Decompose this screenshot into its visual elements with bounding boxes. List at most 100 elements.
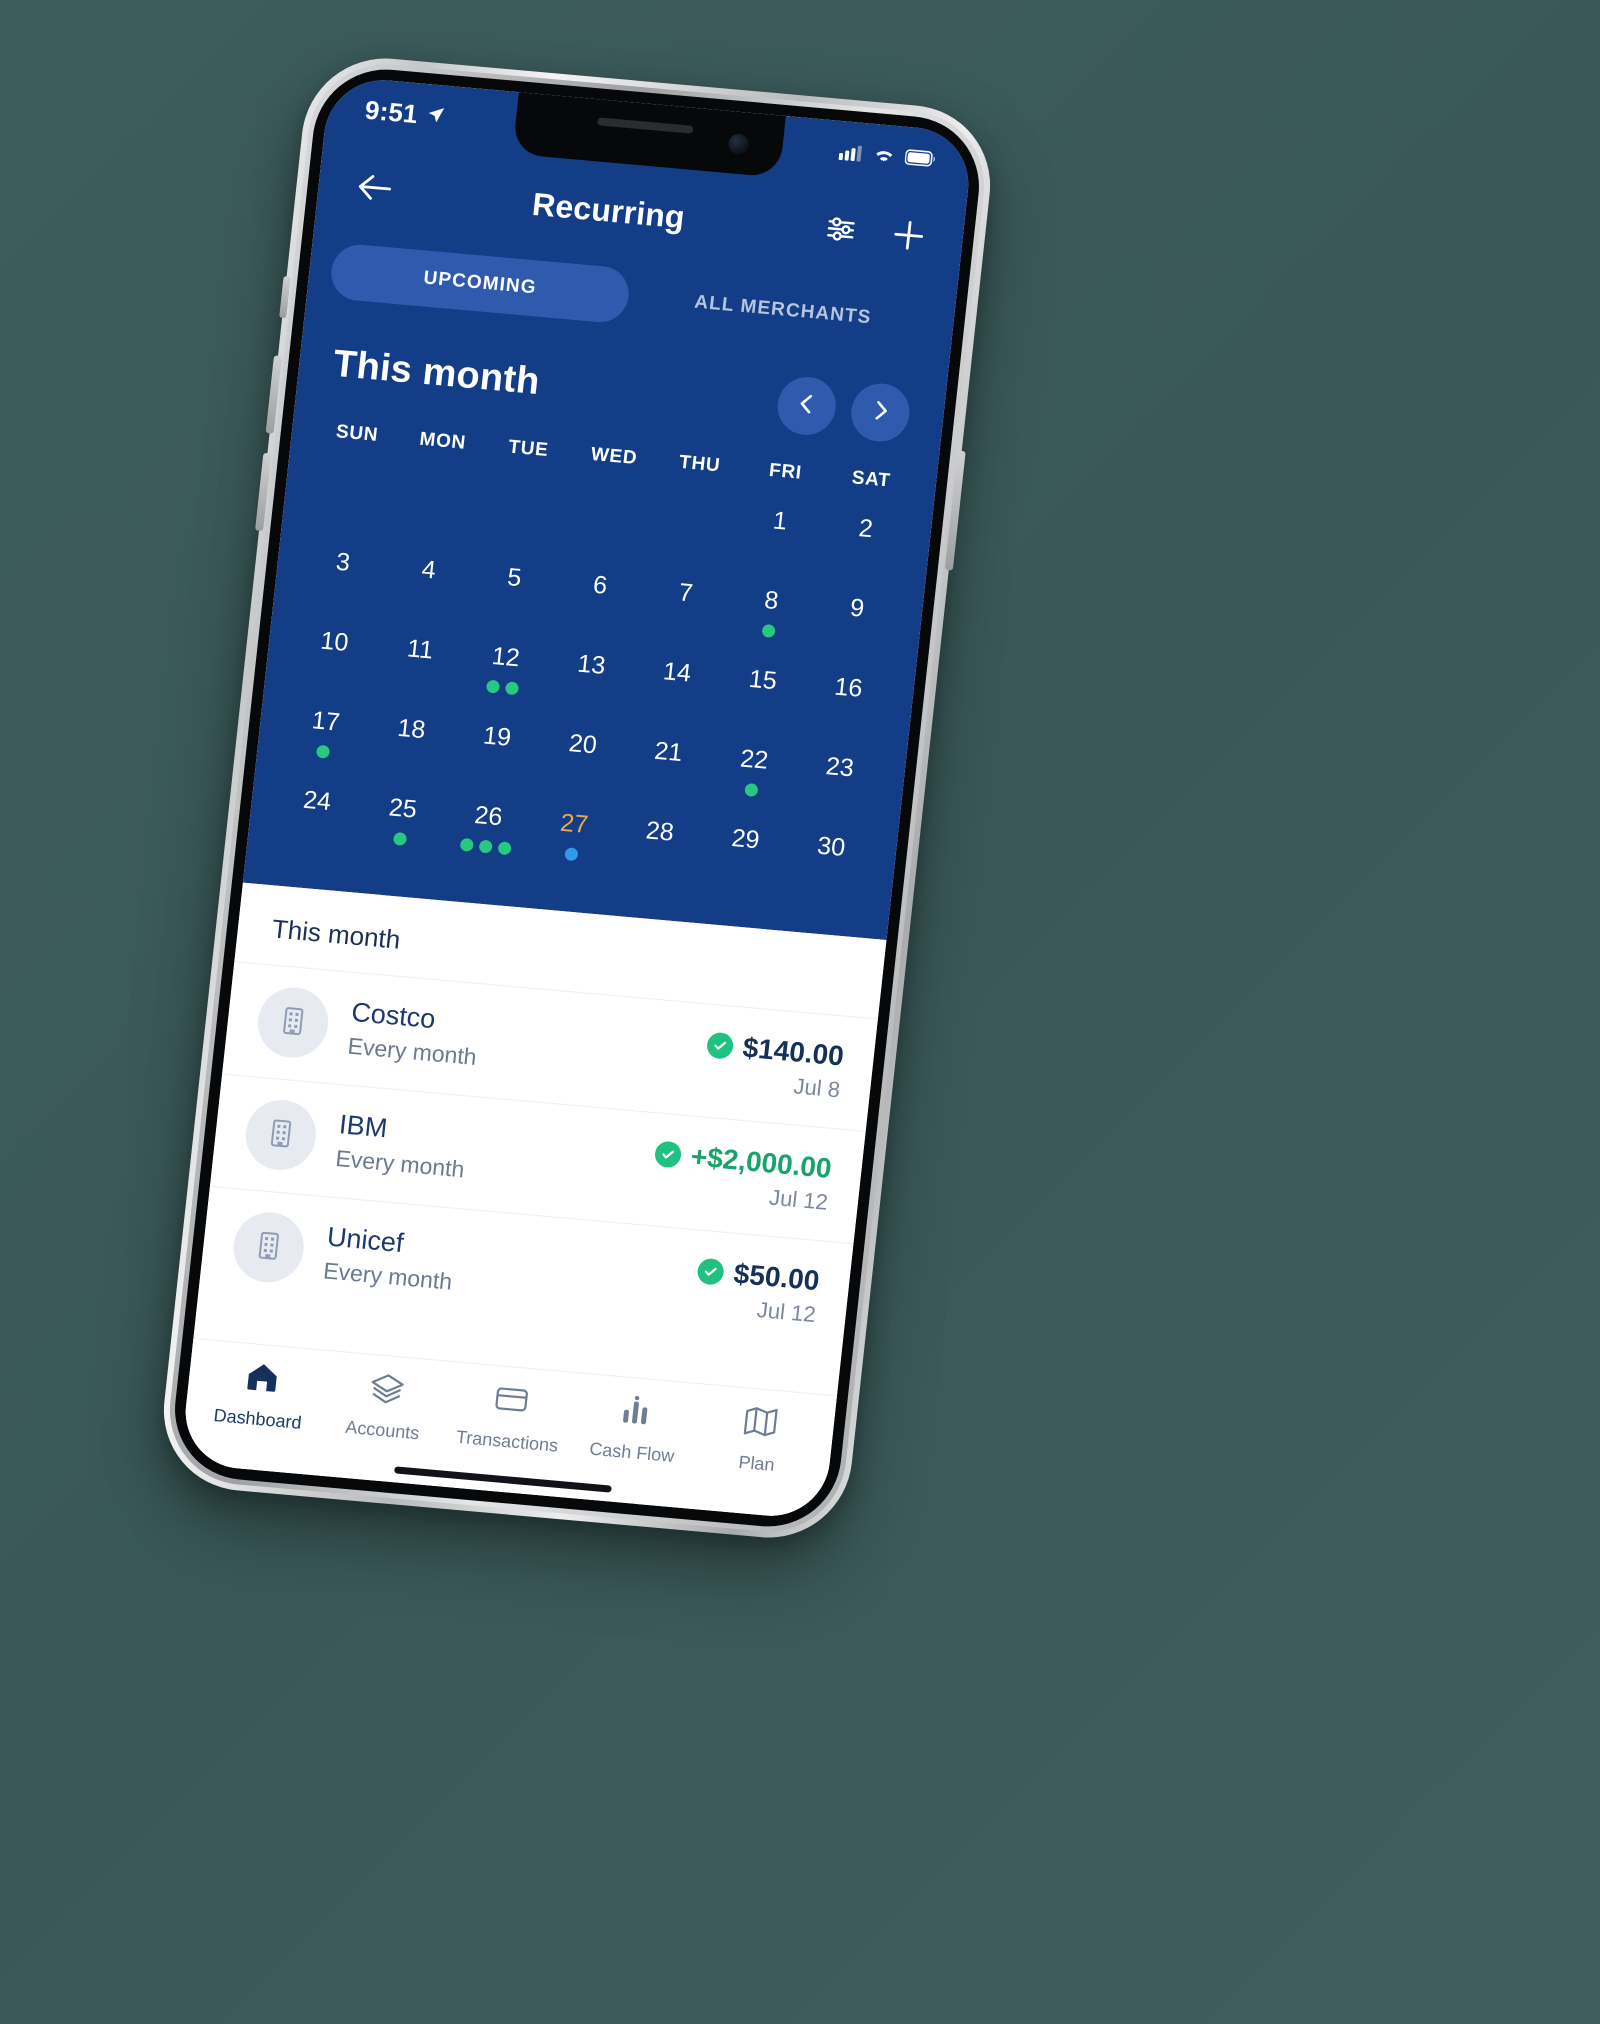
- calendar-day-number: 11: [405, 634, 435, 665]
- calendar-day-dots: [510, 601, 511, 614]
- calendar-day-5[interactable]: 5: [465, 554, 559, 639]
- calendar-weekday-sat: SAT: [850, 467, 892, 492]
- calendar-day-dots: [416, 673, 417, 686]
- bottom-nav-item-accounts[interactable]: Accounts: [319, 1365, 451, 1447]
- home-icon: [242, 1358, 282, 1402]
- calendar-day-23[interactable]: 23: [791, 744, 885, 829]
- calendar-empty-cell: [388, 467, 482, 552]
- plus-icon: [889, 216, 927, 258]
- event-dot-green: [496, 841, 512, 856]
- back-button[interactable]: [344, 159, 406, 220]
- layers-icon: [367, 1369, 407, 1413]
- calendar-day-9[interactable]: 9: [808, 584, 902, 669]
- calendar-day-25[interactable]: 25: [354, 785, 448, 870]
- bottom-nav-item-plan[interactable]: Plan: [693, 1398, 825, 1480]
- calendar-day-19[interactable]: 19: [448, 713, 542, 798]
- calendar-day-26[interactable]: 26: [439, 792, 533, 877]
- calendar-day-20[interactable]: 20: [534, 721, 628, 806]
- filter-sliders-icon: [823, 211, 859, 251]
- calendar-day-number: 9: [848, 593, 866, 623]
- calendar-day-dots: [579, 768, 580, 781]
- calendar-day-3[interactable]: 3: [294, 539, 388, 624]
- calendar-day-dots: [330, 666, 331, 679]
- recurring-list-panel: This month Costco Every month $140.00 Jul 8…: [179, 882, 887, 1521]
- calendar-day-27[interactable]: 27: [525, 800, 619, 885]
- calendar-day-dots: [425, 594, 426, 607]
- calendar-day-16[interactable]: 16: [799, 664, 893, 749]
- calendar-nav: [774, 374, 913, 444]
- calendar-day-2[interactable]: 2: [817, 505, 911, 590]
- calendar-day-dots: [776, 545, 777, 558]
- event-dot-green: [743, 782, 759, 797]
- amount-block: $140.00 Jul 8: [702, 1028, 845, 1103]
- calendar-day-number: 30: [815, 831, 847, 862]
- bottom-nav-item-cash-flow[interactable]: Cash Flow: [568, 1387, 700, 1469]
- calendar-day-17[interactable]: 17: [277, 698, 371, 783]
- next-month-button[interactable]: [848, 381, 913, 444]
- calendar-day-dots: [587, 689, 588, 702]
- calendar-day-24[interactable]: 24: [268, 777, 362, 862]
- amount-value: $140.00: [741, 1031, 846, 1072]
- calendar-day-number: 25: [387, 793, 419, 824]
- calendar-day-dots: [827, 871, 828, 884]
- bar-chart-icon: [616, 1391, 656, 1435]
- location-arrow-icon: [424, 100, 447, 133]
- calendar-day-dots: [596, 609, 597, 622]
- amount-line: $140.00: [705, 1028, 845, 1072]
- check-circle-icon: [705, 1031, 735, 1060]
- check-circle-icon: [696, 1257, 726, 1286]
- calendar-day-dots: [836, 791, 837, 804]
- calendar-day-13[interactable]: 13: [542, 641, 636, 726]
- amount-value: +$2,000.00: [689, 1140, 834, 1184]
- calendar-day-number: 20: [567, 729, 599, 760]
- amount-block: $50.00 Jul 12: [693, 1254, 821, 1327]
- calendar-day-8[interactable]: 8: [722, 577, 816, 662]
- calendar-day-18[interactable]: 18: [362, 705, 456, 790]
- calendar-day-4[interactable]: 4: [380, 546, 474, 631]
- recurring-blue-panel: 9:51 Recurring UPCOMING ALL MERCHANTS Th…: [242, 75, 975, 941]
- calendar-day-dots: [485, 679, 520, 696]
- filter-button[interactable]: [812, 203, 869, 259]
- calendar-empty-cell: [303, 459, 397, 544]
- calendar-day-14[interactable]: 14: [628, 649, 722, 734]
- calendar-day-number: 27: [558, 808, 590, 840]
- calendar-day-dots: [339, 586, 340, 599]
- prev-month-button[interactable]: [774, 374, 839, 438]
- status-bar-right: [838, 137, 939, 174]
- front-camera-icon: [727, 133, 750, 155]
- calendar-day-10[interactable]: 10: [285, 618, 379, 703]
- building-icon: [262, 1114, 300, 1156]
- calendar-day-12[interactable]: 12: [457, 633, 551, 718]
- event-dot-green: [459, 837, 474, 852]
- bottom-nav-item-dashboard[interactable]: Dashboard: [194, 1354, 326, 1436]
- calendar-day-dots: [665, 776, 666, 789]
- calendar-day-22[interactable]: 22: [705, 736, 799, 821]
- calendar-day-number: 16: [833, 672, 864, 703]
- calendar-day-28[interactable]: 28: [611, 808, 705, 893]
- calendar-day-29[interactable]: 29: [696, 815, 790, 900]
- amount-block: +$2,000.00 Jul 12: [650, 1137, 833, 1215]
- bottom-nav-item-transactions[interactable]: Transactions: [444, 1376, 576, 1458]
- calendar-day-15[interactable]: 15: [714, 656, 808, 741]
- calendar-day-number: 21: [653, 736, 684, 768]
- calendar-day-number: 13: [576, 649, 607, 680]
- event-dot-green: [485, 679, 501, 694]
- calendar-day-1[interactable]: 1: [731, 497, 825, 582]
- calendar-day-7[interactable]: 7: [637, 569, 731, 654]
- calendar-day-dots: [493, 761, 494, 774]
- calendar-day-6[interactable]: 6: [551, 562, 645, 647]
- bottom-nav-label: Transactions: [455, 1426, 560, 1456]
- check-circle-icon: [653, 1139, 683, 1169]
- calendar-day-number: 19: [481, 721, 513, 752]
- calendar-day-11[interactable]: 11: [371, 626, 465, 711]
- add-recurring-button[interactable]: [880, 209, 937, 265]
- calendar-empty-cell: [560, 482, 654, 567]
- calendar-day-dots: [313, 825, 314, 838]
- calendar-day-21[interactable]: 21: [619, 728, 713, 813]
- status-time-label: 9:51: [363, 94, 420, 130]
- calendar-weekday-tue: TUE: [507, 436, 550, 462]
- event-dot-blue: [563, 847, 579, 862]
- calendar-day-30[interactable]: 30: [782, 823, 876, 908]
- calendar-day-number: 6: [591, 570, 609, 600]
- event-dot-green: [504, 681, 520, 696]
